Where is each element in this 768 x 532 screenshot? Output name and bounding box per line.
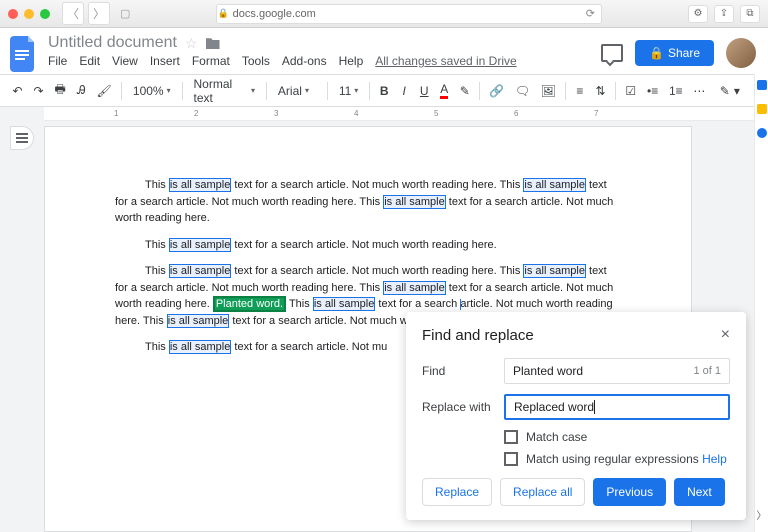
menu-tools[interactable]: Tools [242, 54, 270, 68]
calendar-app-icon[interactable] [757, 80, 767, 90]
comment-insert-icon[interactable]: 🗨 [511, 81, 535, 101]
redo-icon[interactable]: ↷ [29, 81, 48, 101]
lock-icon: 🔒 [217, 8, 228, 19]
font-dropdown[interactable]: Arial▾ [272, 81, 322, 101]
align-icon[interactable]: ≡ [571, 81, 589, 101]
star-icon[interactable]: ☆ [185, 35, 198, 52]
more-icon[interactable]: ⋯ [689, 81, 710, 101]
refresh-icon[interactable]: ⟳ [586, 7, 595, 20]
share-button[interactable]: 🔒 Share [635, 40, 714, 66]
menu-format[interactable]: Format [192, 54, 230, 68]
collapse-panel-icon[interactable]: 〉 [757, 507, 767, 522]
url-text: docs.google.com [233, 8, 316, 20]
line-spacing-icon[interactable]: ⇅ [591, 81, 610, 101]
browser-chrome: 〈 〉 ▢ 🔒 docs.google.com ⟳ ⚙ ⇪ ⧉ [0, 0, 768, 28]
text-color-icon[interactable]: A [435, 79, 453, 102]
paragraph: This is all sample text for a search art… [115, 177, 621, 227]
save-status[interactable]: All changes saved in Drive [375, 54, 516, 68]
formatting-toolbar: ↶ ↷ 🖶 Ꭿ 🖌 100%▾ Normal text▾ Arial▾ 11▾ … [0, 75, 768, 107]
zoom-dropdown[interactable]: 100%▾ [127, 81, 177, 101]
gear-icon[interactable]: ⚙ [688, 5, 708, 23]
close-window-icon[interactable] [8, 9, 18, 19]
share-sheet-icon[interactable]: ⇪ [714, 5, 734, 23]
bulleted-list-icon[interactable]: •≡ [643, 81, 663, 101]
font-size-dropdown[interactable]: 11▾ [333, 81, 364, 101]
bold-icon[interactable]: B [375, 81, 393, 101]
image-insert-icon[interactable]: 🖼 [536, 81, 560, 101]
menu-insert[interactable]: Insert [150, 54, 180, 68]
lock-share-icon: 🔒 [649, 46, 664, 60]
print-icon[interactable]: 🖶 [50, 77, 70, 104]
menu-file[interactable]: File [48, 54, 67, 68]
avatar[interactable] [726, 38, 756, 68]
document-title[interactable]: Untitled document [48, 34, 177, 52]
menu-addons[interactable]: Add-ons [282, 54, 327, 68]
checklist-icon[interactable]: ☑ [621, 81, 641, 101]
undo-icon[interactable]: ↶ [8, 81, 27, 101]
keep-app-icon[interactable] [757, 104, 767, 114]
match-case-checkbox[interactable] [504, 430, 518, 444]
back-button[interactable]: 〈 [62, 2, 84, 25]
outline-toggle-icon[interactable] [10, 126, 34, 150]
find-replace-dialog: Find and replace × Find Planted word 1 o… [406, 312, 746, 520]
regex-label: Match using regular expressions Help [526, 452, 727, 466]
browser-toolbar-right: ⚙ ⇪ ⧉ [688, 5, 760, 23]
paragraph: This is all sample text for a search art… [115, 237, 621, 254]
replace-label: Replace with [422, 400, 494, 414]
paint-format-icon[interactable]: 🖌 [92, 81, 116, 101]
address-bar[interactable]: 🔒 docs.google.com ⟳ [216, 4, 602, 24]
dialog-title: Find and replace [422, 327, 534, 344]
numbered-list-icon[interactable]: 1≡ [665, 81, 687, 101]
search-match-highlight: Planted word. [213, 296, 286, 312]
replace-all-button[interactable]: Replace all [500, 478, 585, 506]
forward-button: 〉 [88, 2, 110, 25]
docs-header: Untitled document ☆ File Edit View Inser… [0, 28, 768, 75]
menu-edit[interactable]: Edit [79, 54, 100, 68]
tasks-app-icon[interactable] [757, 128, 767, 138]
regex-checkbox[interactable] [504, 452, 518, 466]
previous-button[interactable]: Previous [593, 478, 666, 506]
replace-button[interactable]: Replace [422, 478, 492, 506]
menu-view[interactable]: View [112, 54, 138, 68]
menu-help[interactable]: Help [339, 54, 364, 68]
match-count: 1 of 1 [693, 365, 721, 377]
editing-mode[interactable]: ✎▾ [712, 81, 748, 101]
find-label: Find [422, 364, 494, 378]
spellcheck-icon[interactable]: Ꭿ [72, 80, 90, 101]
close-icon[interactable]: × [721, 326, 730, 344]
replace-input[interactable]: Replaced word [504, 394, 730, 420]
underline-icon[interactable]: U [415, 81, 433, 101]
window-controls [8, 9, 50, 19]
paragraph-style-dropdown[interactable]: Normal text▾ [188, 74, 262, 108]
menu-bar: File Edit View Insert Format Tools Add-o… [48, 54, 593, 74]
find-input[interactable]: Planted word 1 of 1 [504, 358, 730, 384]
tabs-icon[interactable]: ⧉ [740, 5, 760, 23]
minimize-window-icon[interactable] [24, 9, 34, 19]
docs-logo-icon[interactable] [8, 34, 40, 74]
ruler[interactable]: 1 2 3 4 5 6 7 [44, 107, 768, 121]
highlight-icon[interactable]: ✎ [455, 81, 474, 101]
sidebar-toggle-icon[interactable]: ▢ [120, 7, 130, 20]
zoom-window-icon[interactable] [40, 9, 50, 19]
side-panel: 〉 [754, 74, 768, 532]
next-button[interactable]: Next [674, 478, 725, 506]
italic-icon[interactable]: I [395, 81, 413, 101]
link-icon[interactable]: 🔗 [485, 81, 508, 101]
move-folder-icon[interactable] [206, 37, 220, 49]
nav-arrows: 〈 〉 [62, 2, 110, 25]
comments-icon[interactable] [601, 44, 623, 62]
regex-help-link[interactable]: Help [702, 452, 727, 466]
match-case-label: Match case [526, 430, 587, 444]
